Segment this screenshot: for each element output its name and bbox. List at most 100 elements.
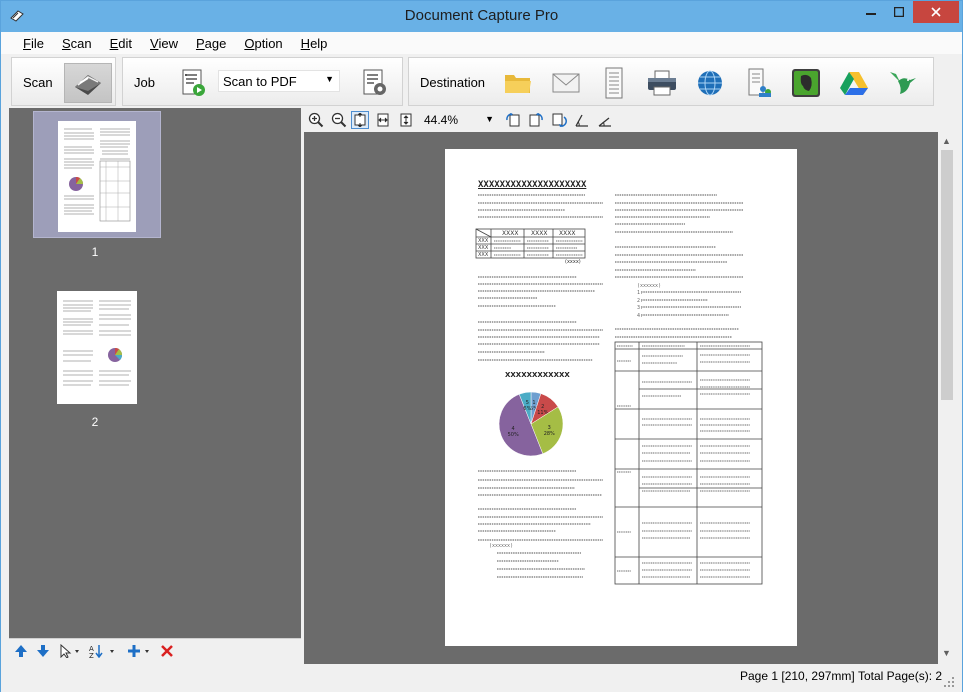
delete-page-button[interactable]: [159, 643, 175, 659]
rotate-left-button[interactable]: [504, 111, 522, 129]
status-page-info: Page 1 [210, 297mm]: [740, 669, 855, 683]
google-drive-icon: [840, 72, 868, 95]
pie-value-5: 6%: [523, 406, 531, 412]
maximize-button[interactable]: [885, 1, 913, 23]
destination-folder-button[interactable]: [494, 63, 542, 103]
view-toolbar: 44.4% ▼: [304, 108, 956, 132]
job-settings-icon: [363, 69, 386, 95]
add-page-button[interactable]: [127, 643, 153, 659]
fit-page-icon: [354, 113, 366, 127]
scrollbar-thumb[interactable]: [941, 150, 953, 400]
deskew-button[interactable]: [596, 111, 614, 129]
fit-width-icon: [377, 113, 389, 127]
zoom-in-icon: [308, 112, 324, 128]
table-note: (xxxx): [565, 259, 581, 265]
hummingbird-icon: [890, 72, 916, 94]
zoom-out-button[interactable]: [330, 111, 348, 129]
main-toolbar: Scan Job Scan to PDF ▼ Destination: [1, 54, 962, 108]
menu-scan-label: can: [70, 36, 92, 51]
pie-title: XXXXXXXXXXXX: [505, 371, 570, 379]
fit-page-button[interactable]: [351, 111, 369, 129]
zoom-level-select[interactable]: 44.4% ▼: [420, 110, 496, 130]
thumbnail-page-1-image: [58, 121, 136, 232]
menu-file[interactable]: File: [14, 32, 53, 54]
minimize-button[interactable]: [857, 1, 885, 23]
menu-help[interactable]: Help: [292, 32, 337, 54]
fit-height-button[interactable]: [397, 111, 415, 129]
thumbnail-page-1-preview: [64, 128, 131, 222]
skew-icon: [575, 114, 588, 127]
job-select-value: Scan to PDF: [223, 74, 297, 89]
vertical-scrollbar[interactable]: ▲ ▼: [938, 132, 956, 664]
move-down-button[interactable]: [35, 643, 51, 659]
resize-grip-icon[interactable]: [944, 677, 956, 689]
scan-group: Scan: [11, 57, 116, 106]
menu-view-label: iew: [158, 36, 178, 51]
fit-height-icon: [400, 113, 412, 127]
destination-print-to-file-button[interactable]: [590, 63, 638, 103]
scroll-down-icon[interactable]: ▼: [942, 648, 951, 658]
menu-option-mnemonic: O: [244, 36, 255, 51]
destination-document-server-button[interactable]: [734, 63, 782, 103]
menu-option[interactable]: Option: [235, 32, 291, 54]
sort-button[interactable]: A Z: [87, 643, 119, 659]
window-title: Document Capture Pro: [404, 7, 559, 24]
status-bar: Page 1 [210, 297mm] Total Page(s): 2: [1, 665, 962, 692]
svg-text:4.: 4.: [637, 313, 643, 319]
svg-text:1.: 1.: [637, 290, 643, 296]
arrow-up-icon: [15, 645, 27, 657]
minimize-icon: [866, 13, 876, 15]
pie-value-3: 28%: [544, 431, 555, 437]
zoom-out-icon: [331, 112, 347, 128]
thumbnail-page-1-number: 1: [91, 245, 99, 259]
destination-group: Destination: [408, 57, 934, 106]
job-select[interactable]: Scan to PDF ▼: [218, 70, 340, 92]
menu-page[interactable]: Page: [187, 32, 235, 54]
scroll-up-icon[interactable]: ▲: [942, 136, 951, 146]
menu-option-label: ption: [254, 36, 283, 51]
web-icon: [698, 70, 722, 96]
job-settings-button[interactable]: [351, 63, 399, 103]
fit-width-button[interactable]: [374, 111, 392, 129]
svg-text:(xxxxxx): (xxxxxx): [489, 543, 513, 549]
folder-icon: [505, 75, 531, 93]
thumbnail-page-2-image: [57, 291, 137, 404]
page-viewer[interactable]: XXXXXXXXXXXXXXXXXXXX (xxxxxx) 1. 2. 3. 4…: [304, 132, 938, 664]
job-label: Job: [134, 75, 155, 90]
document-content: (xxxxxx) 1. 2. 3. 4. (xxxxxx) XXXX XXXX …: [475, 194, 763, 585]
menu-edit[interactable]: Edit: [101, 32, 141, 54]
destination-hummingbird-button[interactable]: [878, 63, 926, 103]
rotate-left-icon: [506, 113, 520, 127]
run-job-button[interactable]: [170, 63, 218, 103]
destination-email-button[interactable]: [542, 63, 590, 103]
thumbnail-panel: 1 2: [9, 108, 301, 638]
thumbnail-page-2-preview: [63, 300, 131, 386]
destination-printer-button[interactable]: [638, 63, 686, 103]
svg-text:Z: Z: [89, 652, 94, 658]
menu-view[interactable]: View: [141, 32, 187, 54]
menu-page-mnemonic: P: [195, 36, 205, 51]
table-head-3: XXXX: [559, 230, 575, 237]
destination-google-drive-button[interactable]: [830, 63, 878, 103]
zoom-level-value: 44.4%: [424, 113, 459, 127]
menu-page-label: age: [204, 36, 227, 51]
table-head-1: XXXX: [502, 230, 518, 237]
zoom-in-button[interactable]: [307, 111, 325, 129]
move-up-button[interactable]: [13, 643, 29, 659]
document-page: XXXXXXXXXXXXXXXXXXXX (xxxxxx) 1. 2. 3. 4…: [445, 149, 797, 646]
rotate-180-button[interactable]: [550, 111, 568, 129]
scan-button[interactable]: [64, 63, 112, 103]
menu-scan[interactable]: Scan: [53, 32, 101, 54]
destination-evernote-button[interactable]: [782, 63, 830, 103]
skew-correction-button[interactable]: [573, 111, 591, 129]
close-button[interactable]: [913, 1, 959, 23]
rotate-right-button[interactable]: [527, 111, 545, 129]
thumbnail-page-2[interactable]: [57, 291, 137, 404]
thumbnail-page-1[interactable]: [33, 111, 161, 238]
select-button[interactable]: [57, 643, 83, 659]
svg-text:XXX: XXX: [478, 245, 489, 251]
svg-text:XXX: XXX: [478, 252, 489, 258]
sort-az-icon: A Z: [89, 645, 114, 658]
destination-web-button[interactable]: [686, 63, 734, 103]
menu-edit-mnemonic: E: [109, 36, 119, 51]
